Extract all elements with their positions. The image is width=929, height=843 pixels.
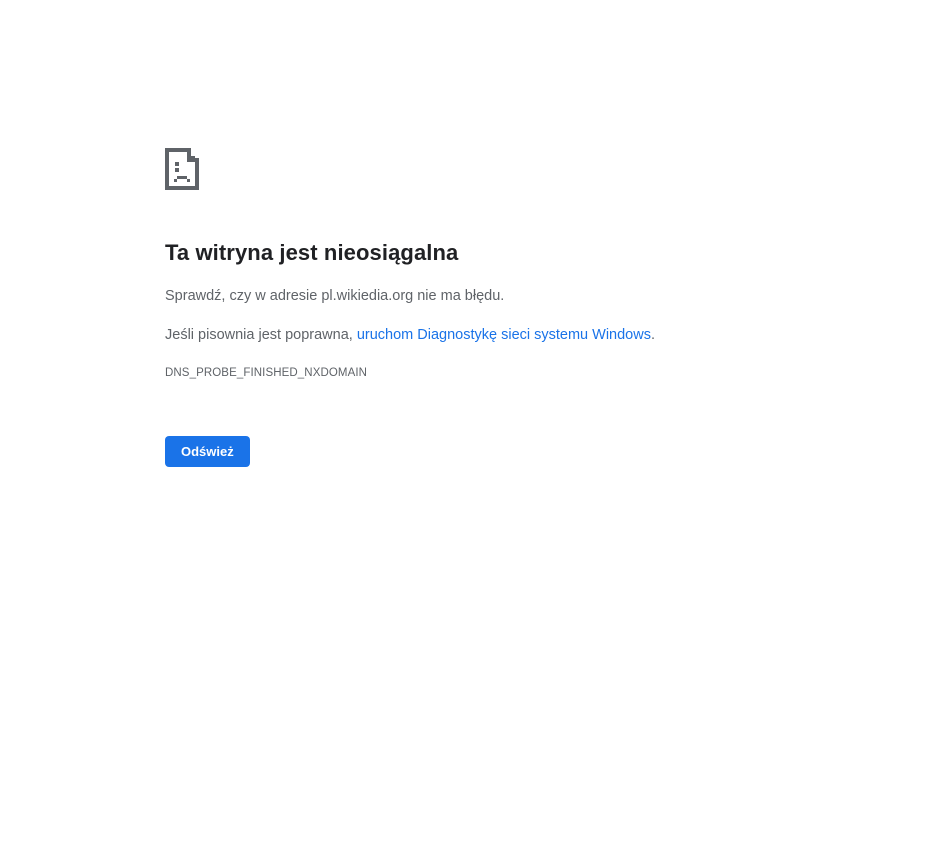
error-code: DNS_PROBE_FINISHED_NXDOMAIN bbox=[165, 367, 368, 379]
reload-button[interactable]: Odśwież bbox=[165, 436, 250, 467]
spelling-message-prefix: Jeśli pisownia jest poprawna, bbox=[165, 327, 357, 343]
network-diagnostics-link[interactable]: uruchom Diagnostykę sieci systemu Window… bbox=[357, 327, 651, 343]
spelling-message: Jeśli pisownia jest poprawna, uruchom Di… bbox=[165, 325, 785, 345]
sad-document-icon bbox=[165, 148, 199, 190]
check-address-message: Sprawdź, czy w adresie pl.wikiedia.org n… bbox=[165, 288, 505, 304]
spelling-message-suffix: . bbox=[650, 327, 655, 343]
error-page: Ta witryna jest nieosiągalna Sprawdź, cz… bbox=[165, 148, 785, 467]
page-title: Ta witryna jest nieosiągalna bbox=[165, 240, 459, 265]
